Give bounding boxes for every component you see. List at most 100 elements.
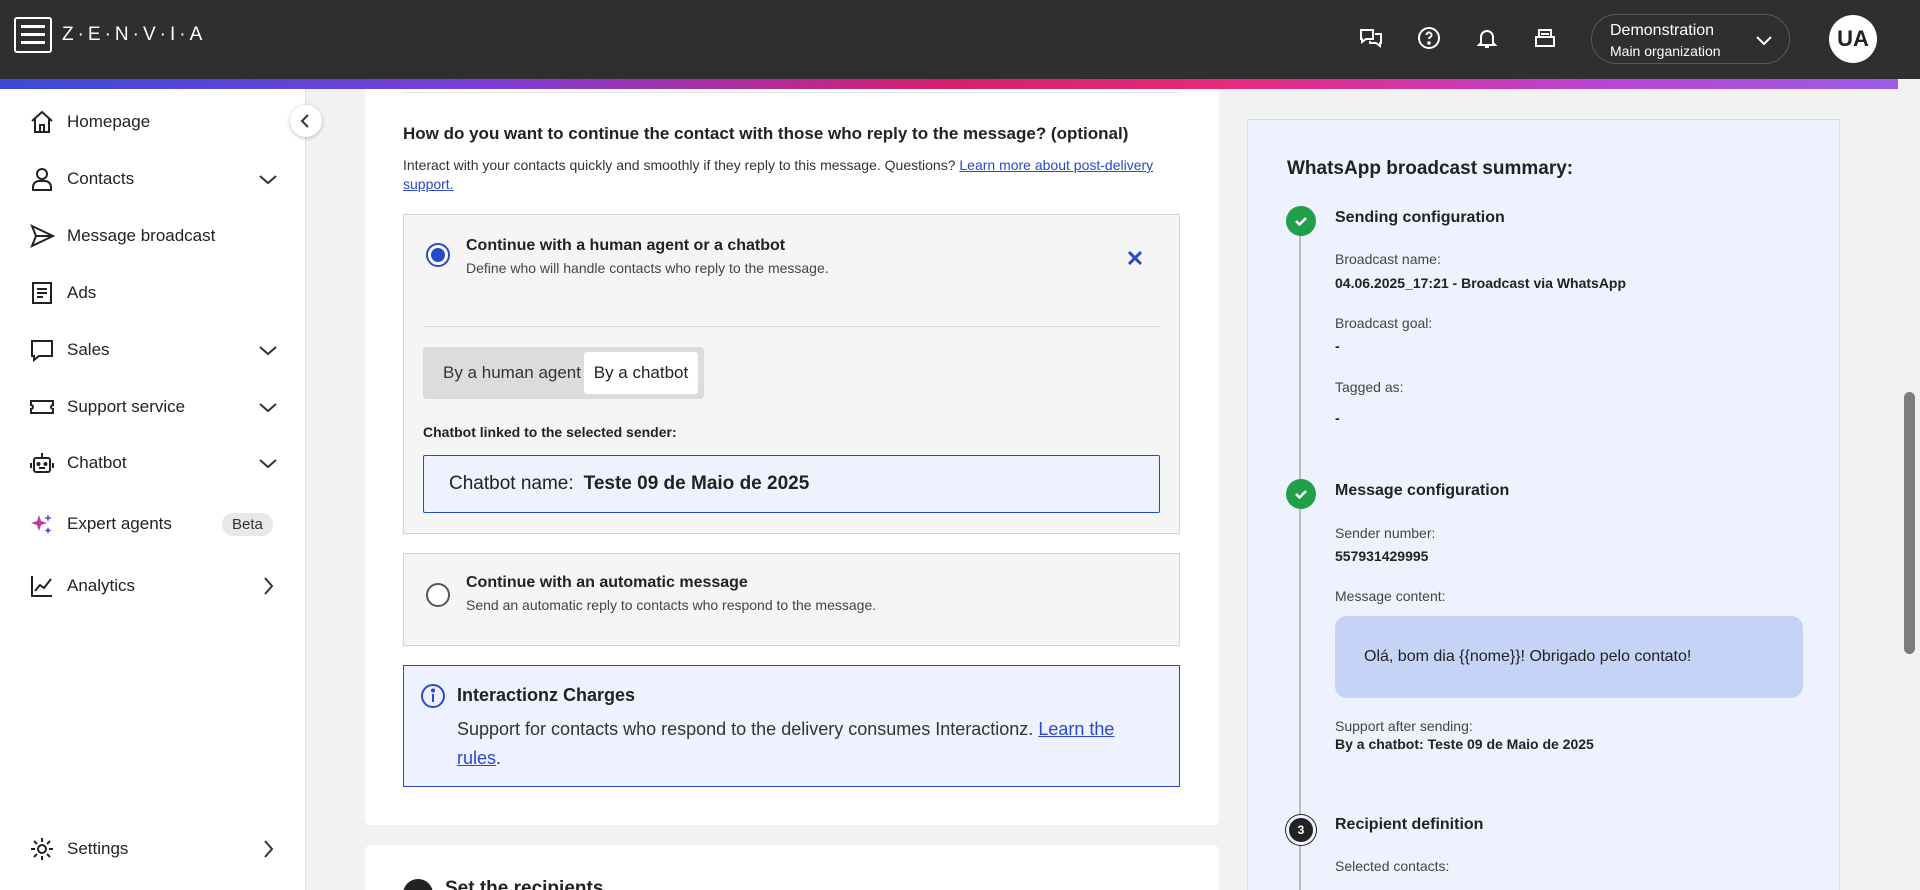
chevron-down-icon <box>259 459 277 469</box>
gear-icon <box>28 835 56 863</box>
chevron-down-icon <box>1756 36 1772 46</box>
header-gradient-bar <box>0 79 1898 89</box>
collapse-sidebar-button[interactable] <box>290 105 322 137</box>
sidebar-item-homepage[interactable]: Homepage <box>0 100 306 144</box>
sidebar-item-label: Sales <box>67 340 110 359</box>
support-after-sending-label: Support after sending: <box>1335 718 1473 734</box>
sender-number-value: 557931429995 <box>1335 548 1429 564</box>
chevron-down-icon <box>259 346 277 356</box>
tab-by-chatbot[interactable]: By a chatbot <box>584 352 698 394</box>
support-after-sending-value: By a chatbot: Teste 09 de Maio de 2025 <box>1335 736 1594 752</box>
sidebar-item-message-broadcast[interactable]: Message broadcast <box>0 214 306 258</box>
sidebar-item-analytics[interactable]: Analytics <box>0 564 306 608</box>
handler-segmented-control: By a human agent By a chatbot <box>423 347 704 399</box>
chat-question-icon[interactable] <box>1355 22 1387 54</box>
summary-timeline <box>1299 208 1301 890</box>
step-complete-icon <box>1286 206 1316 236</box>
info-body-tail: . <box>496 748 502 768</box>
sidebar-item-label: Settings <box>67 839 129 858</box>
selected-contacts-label: Selected contacts: <box>1335 858 1450 874</box>
broadcast-name-label: Broadcast name: <box>1335 251 1441 267</box>
step-number-badge: 3 <box>1286 815 1316 845</box>
broadcast-name-value: 04.06.2025_17:21 - Broadcast via WhatsAp… <box>1335 275 1627 291</box>
sidebar-item-label: Ads <box>67 283 97 302</box>
step-title-message-configuration: Message configuration <box>1335 482 1510 499</box>
bell-icon[interactable] <box>1471 22 1503 54</box>
sidebar-item-ads[interactable]: Ads <box>0 271 306 315</box>
question-subtitle: Interact with your contacts quickly and … <box>403 156 1163 194</box>
chatbot-name-field: Chatbot name: Teste 09 de Maio de 2025 <box>423 455 1160 513</box>
question-subtitle-text: Interact with your contacts quickly and … <box>403 157 960 173</box>
tab-by-human-agent[interactable]: By a human agent <box>428 352 596 394</box>
sidebar-item-support-service[interactable]: Support service <box>0 385 306 429</box>
sidebar-item-expert-agents[interactable]: Expert agents Beta <box>0 502 306 546</box>
step-title-sending-configuration: Sending configuration <box>1335 209 1505 226</box>
summary-title: WhatsApp broadcast summary: <box>1287 158 1574 179</box>
help-icon[interactable] <box>1413 22 1445 54</box>
person-icon <box>28 165 56 193</box>
sidebar-item-label: Contacts <box>67 169 135 188</box>
chevron-down-icon <box>259 403 277 413</box>
message-content-label: Message content: <box>1335 588 1446 604</box>
chevron-right-icon <box>264 840 274 858</box>
sidebar-item-contacts[interactable]: Contacts <box>0 157 306 201</box>
logo-mark-icon <box>14 17 52 53</box>
option-title: Continue with an automatic message <box>466 574 748 591</box>
sidebar-item-label: Message broadcast <box>67 226 216 245</box>
broadcast-goal-label: Broadcast goal: <box>1335 315 1433 331</box>
option-title: Continue with a human agent or a chatbot <box>466 237 786 254</box>
chatbot-field-label: Chatbot linked to the selected sender: <box>423 424 677 440</box>
radio-automatic-message[interactable] <box>426 583 450 607</box>
sidebar-item-label: Support service <box>67 397 186 416</box>
org-sub: Main organization <box>1610 43 1721 59</box>
sidebar-item-label: Homepage <box>67 112 151 131</box>
broadcast-summary-panel: WhatsApp broadcast summary: Sending conf… <box>1247 119 1840 890</box>
sidebar-item-label: Chatbot <box>67 453 127 472</box>
set-recipients-title: Set the recipients <box>445 878 604 890</box>
logo-text: Z·E·N·V·I·A <box>62 24 207 45</box>
sidebar-item-settings[interactable]: Settings <box>0 827 306 871</box>
message-preview-bubble: Olá, bom dia {{nome}}! Obrigado pelo con… <box>1335 616 1803 698</box>
chevron-left-icon <box>300 114 309 128</box>
option-divider <box>423 326 1160 327</box>
info-title: Interactionz Charges <box>457 685 636 705</box>
avatar[interactable]: UA <box>1829 15 1877 63</box>
close-icon[interactable] <box>1124 247 1146 269</box>
info-body-text: Support for contacts who respond to the … <box>457 719 1039 739</box>
inbox-icon[interactable] <box>1529 22 1561 54</box>
section-divider <box>404 92 1179 93</box>
sparkle-icon <box>28 510 56 538</box>
option-description: Define who will handle contacts who repl… <box>466 260 829 276</box>
speech-bubble-icon <box>28 336 56 364</box>
step-complete-icon <box>1286 479 1316 509</box>
chatbot-name-key: Chatbot name: <box>449 473 574 494</box>
sidebar-item-label: Expert agents <box>67 514 172 533</box>
ticket-icon <box>28 393 56 421</box>
broadcast-goal-value: - <box>1335 338 1340 354</box>
sidebar-item-label: Analytics <box>67 576 136 595</box>
tagged-as-label: Tagged as: <box>1335 379 1404 395</box>
beta-badge: Beta <box>222 513 273 536</box>
organization-switcher[interactable]: Demonstration Main organization <box>1591 14 1790 64</box>
chatbot-name-value: Teste 09 de Maio de 2025 <box>583 473 810 494</box>
sidebar: Homepage Contacts Message broadcast Ads … <box>0 89 306 890</box>
chevron-right-icon <box>264 577 274 595</box>
sidebar-item-chatbot[interactable]: Chatbot <box>0 441 306 485</box>
robot-icon <box>28 449 56 477</box>
info-banner: Interactionz Charges Support for contact… <box>403 665 1180 787</box>
document-icon <box>28 279 56 307</box>
scrollbar-thumb[interactable] <box>1904 392 1915 654</box>
option-automatic-message[interactable]: Continue with an automatic message Send … <box>403 553 1180 646</box>
sender-number-label: Sender number: <box>1335 525 1436 541</box>
info-icon <box>421 684 445 708</box>
tagged-as-value: - <box>1335 410 1340 426</box>
step-title-recipient-definition: Recipient definition <box>1335 816 1484 833</box>
zenvia-logo[interactable]: Z·E·N·V·I·A <box>14 17 206 53</box>
top-bar: Z·E·N·V·I·A Demonstration Main organizat… <box>0 0 1920 79</box>
question-title: How do you want to continue the contact … <box>403 124 1129 143</box>
chevron-down-icon <box>259 175 277 185</box>
radio-human-or-chatbot[interactable] <box>426 243 450 267</box>
sidebar-item-sales[interactable]: Sales <box>0 328 306 372</box>
chart-icon <box>28 572 56 600</box>
send-icon <box>28 222 56 250</box>
